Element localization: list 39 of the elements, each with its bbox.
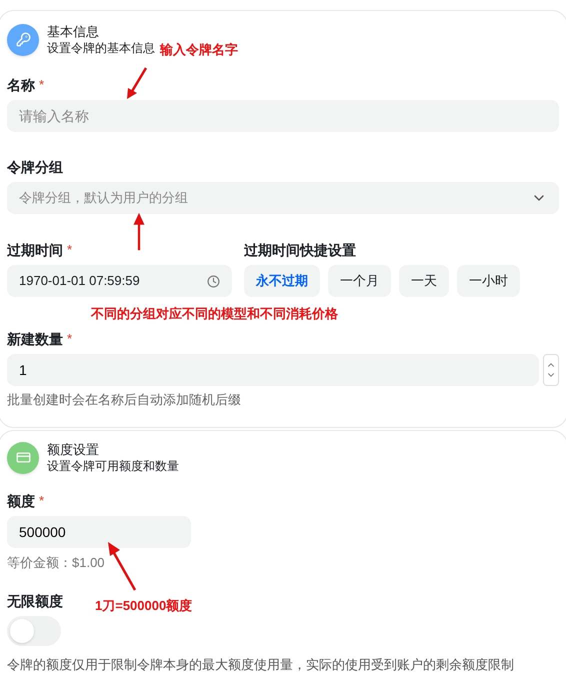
key-icon bbox=[7, 24, 39, 56]
section-title: 基本信息 bbox=[47, 23, 100, 40]
quick-button[interactable]: 一天 bbox=[399, 265, 449, 297]
date-field[interactable]: 1970-01-01 07:59:59 bbox=[7, 265, 232, 297]
field-label: 过期时间 bbox=[7, 241, 63, 259]
quick-button[interactable]: 一小时 bbox=[457, 265, 520, 297]
unlimited-switch[interactable] bbox=[7, 616, 61, 646]
date-value: 1970-01-01 07:59:59 bbox=[19, 272, 140, 290]
field-label: 令牌分组 bbox=[7, 158, 63, 176]
field-label: 额度 bbox=[7, 492, 35, 510]
field-label: 新建数量 bbox=[7, 330, 63, 348]
annotation-text: 输入令牌名字 bbox=[160, 42, 238, 58]
required-mark: * bbox=[39, 492, 44, 510]
quota-field[interactable]: 500000 bbox=[7, 516, 191, 548]
required-mark: * bbox=[39, 76, 44, 94]
annotation-text: 1刀=500000额度 bbox=[95, 598, 192, 614]
annotation-arrow bbox=[131, 212, 147, 252]
annotation-text: 不同的分组对应不同的模型和不同消耗价格 bbox=[91, 306, 338, 322]
field-label: 名称 bbox=[7, 76, 35, 94]
field-hint: 等价金额：$1.00 bbox=[7, 554, 106, 572]
required-mark: * bbox=[67, 241, 72, 259]
field-hint: 批量创建时会在名称后自动添加随机后缀 bbox=[7, 391, 242, 409]
quick-button[interactable]: 一个月 bbox=[328, 265, 391, 297]
field-label: 过期时间快捷设置 bbox=[244, 241, 356, 259]
quota-note: 令牌的额度仅用于限制令牌本身的最大额度使用量，实际的使用受到账户的剩余额度限制 bbox=[7, 656, 515, 674]
required-mark: * bbox=[67, 330, 72, 348]
section-subtitle: 设置令牌的基本信息 bbox=[47, 40, 155, 56]
annotation-arrow bbox=[106, 540, 138, 592]
field-label: 无限额度 bbox=[7, 592, 63, 610]
spinner-control[interactable] bbox=[543, 354, 559, 386]
section-subtitle: 设置令牌可用额度和数量 bbox=[47, 458, 179, 474]
count-field[interactable]: 1 bbox=[7, 354, 539, 386]
annotation-arrow bbox=[126, 66, 148, 100]
name-field[interactable]: 请输入名称 bbox=[7, 100, 559, 132]
clock-icon bbox=[207, 274, 220, 288]
select-placeholder: 令牌分组，默认为用户的分组 bbox=[19, 189, 188, 207]
section-title: 额度设置 bbox=[47, 441, 100, 458]
card-icon bbox=[7, 442, 39, 474]
quick-button[interactable]: 永不过期 bbox=[244, 265, 320, 297]
